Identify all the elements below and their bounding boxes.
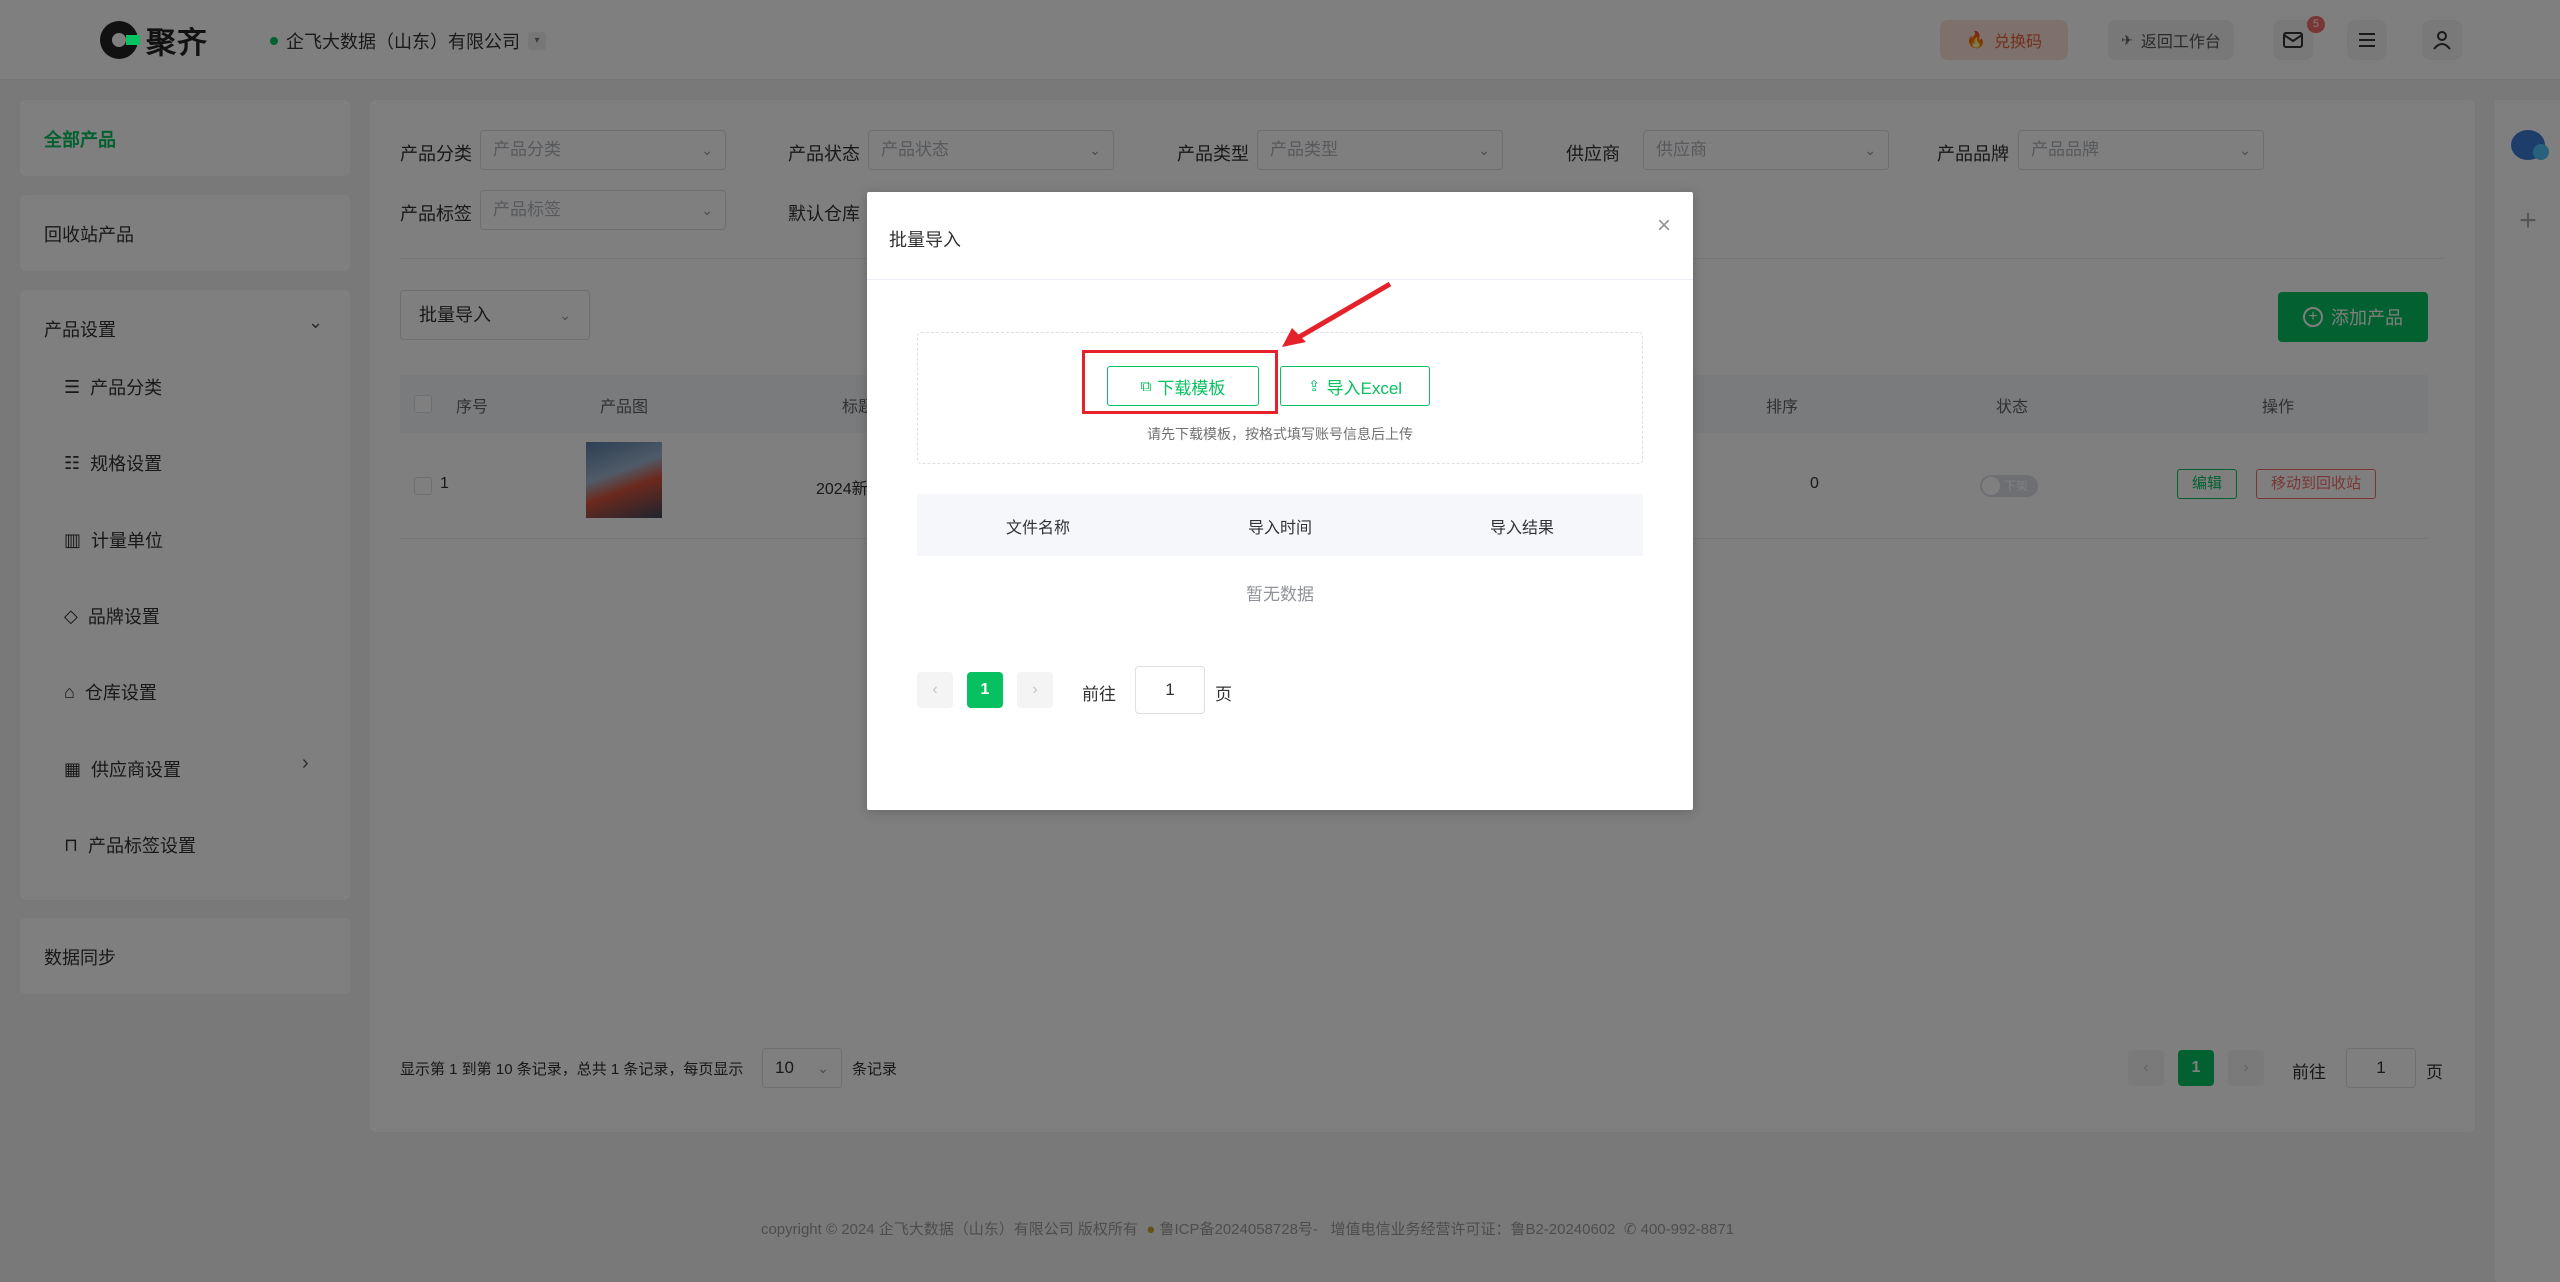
upload-icon: ⇪: [1307, 378, 1321, 395]
annotation-arrow-icon: [1282, 281, 1392, 347]
dialog-current-page[interactable]: 1: [967, 672, 1003, 708]
dialog-prev-page-button[interactable]: ‹: [917, 672, 953, 708]
dialog-goto-label: 前往: [1082, 685, 1116, 704]
col-filename: 文件名称: [1005, 520, 1070, 537]
upload-hint: 请先下载模板，按格式填写账号信息后上传: [1147, 426, 1413, 442]
dialog-title: 批量导入: [889, 230, 961, 250]
import-excel-label: 导入Excel: [1326, 378, 1403, 398]
col-import-time: 导入时间: [1247, 520, 1312, 537]
import-table-header: 文件名称 导入时间 导入结果: [917, 494, 1643, 556]
import-excel-button[interactable]: ⇪ 导入Excel: [1280, 366, 1430, 406]
annotation-highlight-box: [1082, 350, 1278, 414]
dialog-page-unit: 页: [1215, 685, 1232, 704]
close-icon[interactable]: ×: [1657, 212, 1671, 240]
col-import-result: 导入结果: [1489, 520, 1554, 537]
dialog-goto-page-input[interactable]: 1: [1135, 666, 1205, 714]
dialog-next-page-button[interactable]: ›: [1017, 672, 1053, 708]
empty-state: 暂无数据: [1246, 585, 1314, 604]
